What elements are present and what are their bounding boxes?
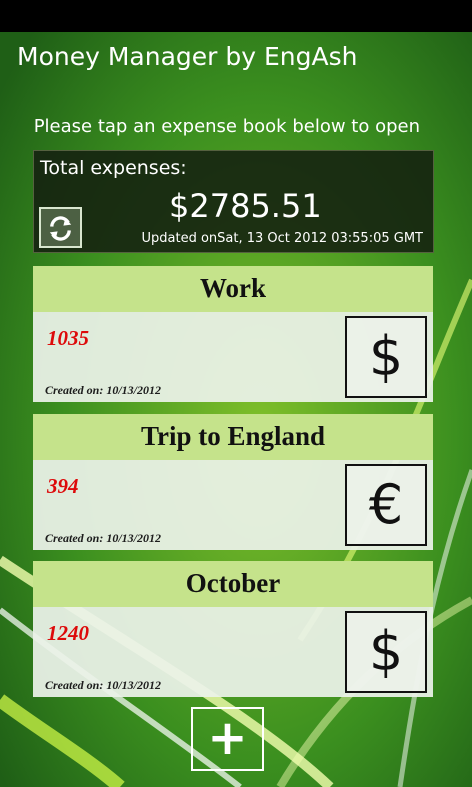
book-body: 1240 Created on: 10/13/2012 $ [33,607,433,697]
updated-timestamp: Updated onSat, 13 Oct 2012 03:55:05 GMT [141,231,424,246]
refresh-icon [49,216,72,241]
dollar-currency-button[interactable]: $ [345,316,427,398]
expense-book-work[interactable]: Work 1035 Created on: 10/13/2012 $ [33,266,433,402]
total-expenses-label: Total expenses: [40,157,187,179]
book-amount: 1035 [47,326,89,350]
total-expenses-panel: Total expenses: $2785.51 Updated onSat, … [33,150,434,253]
expense-book-october[interactable]: October 1240 Created on: 10/13/2012 $ [33,561,433,697]
dollar-currency-button[interactable]: $ [345,611,427,693]
expense-book-trip-to-england[interactable]: Trip to England 394 Created on: 10/13/20… [33,414,433,550]
plus-icon: + [207,710,248,766]
book-amount: 1240 [47,621,89,645]
book-title: Work [33,266,433,312]
book-title: October [33,561,433,607]
status-bar [0,0,472,32]
app-title: Money Manager by EngAsh [17,42,358,71]
book-created-date: Created on: 10/13/2012 [45,383,161,397]
total-expenses-amount: $2785.51 [169,187,322,225]
instruction-text: Please tap an expense book below to open [33,116,420,137]
euro-currency-button[interactable]: € [345,464,427,546]
book-amount: 394 [47,474,79,498]
book-title: Trip to England [33,414,433,460]
book-created-date: Created on: 10/13/2012 [45,678,161,692]
book-body: 394 Created on: 10/13/2012 € [33,460,433,550]
add-book-button[interactable]: + [191,707,264,771]
refresh-button[interactable] [39,207,82,248]
book-created-date: Created on: 10/13/2012 [45,531,161,545]
book-body: 1035 Created on: 10/13/2012 $ [33,312,433,402]
